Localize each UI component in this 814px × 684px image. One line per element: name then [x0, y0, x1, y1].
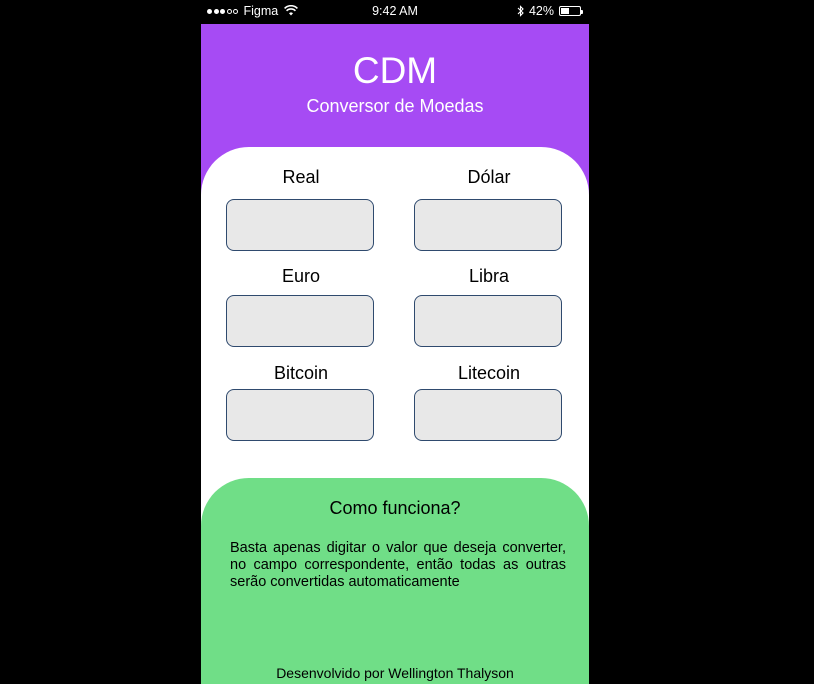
field-libra: Libra [414, 264, 564, 347]
app-subtitle: Conversor de Moedas [306, 96, 484, 116]
battery-percentage: 42% [528, 4, 554, 18]
currency-label-libra: Libra [468, 266, 510, 286]
currency-label-real: Real [282, 167, 320, 187]
field-euro: Euro [226, 264, 376, 347]
currency-input-litecoin[interactable] [414, 389, 562, 441]
battery-level-fill [561, 8, 569, 14]
currency-input-dolar[interactable] [414, 199, 562, 251]
battery-icon [559, 6, 583, 16]
status-right: 42% [517, 4, 583, 18]
currency-label-litecoin: Litecoin [457, 363, 521, 383]
field-dolar: Dólar [414, 165, 564, 251]
phone-screen: Figma 9:42 AM 42% CDM Conversor de Moeda… [201, 0, 589, 684]
currency-input-libra[interactable] [414, 295, 562, 347]
converter-card: Real Dólar Euro Libra Bitcoin Litecoin [201, 147, 589, 507]
currency-input-real[interactable] [226, 199, 374, 251]
app-title: CDM [352, 50, 438, 91]
field-litecoin: Litecoin [414, 361, 564, 441]
field-bitcoin: Bitcoin [226, 361, 376, 441]
currency-input-euro[interactable] [226, 295, 374, 347]
status-bar: Figma 9:42 AM 42% [201, 0, 589, 24]
footer-credit: Desenvolvido por Wellington Thalyson [276, 665, 514, 681]
bluetooth-icon [517, 5, 524, 17]
currency-label-dolar: Dólar [467, 167, 511, 187]
battery-cap [581, 9, 583, 14]
field-real: Real [226, 165, 376, 251]
currency-label-bitcoin: Bitcoin [273, 363, 329, 383]
info-text: Basta apenas digitar o valor que deseja … [230, 540, 566, 590]
currency-label-euro: Euro [281, 266, 321, 286]
info-title: Como funciona? [329, 498, 461, 518]
info-card: Como funciona? Basta apenas digitar o va… [201, 478, 589, 684]
currency-input-bitcoin[interactable] [226, 389, 374, 441]
